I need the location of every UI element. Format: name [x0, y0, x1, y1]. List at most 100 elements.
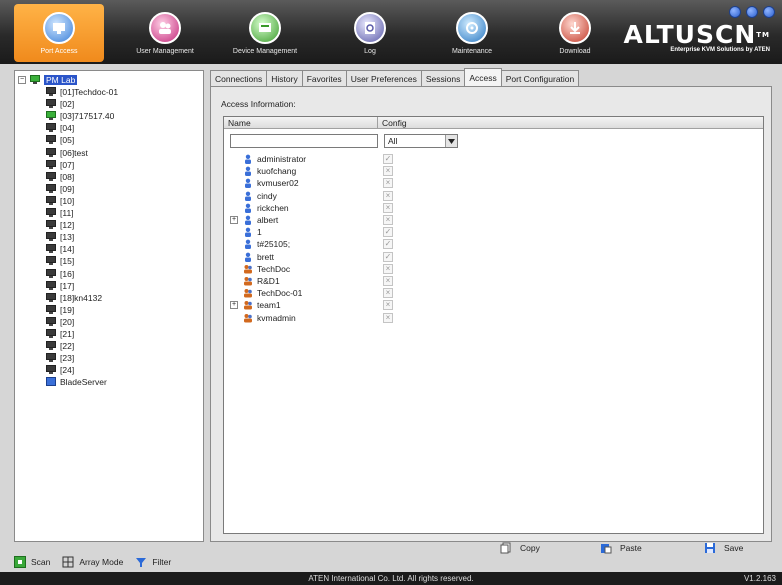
column-header-name[interactable]: Name [228, 118, 251, 128]
tab-connections[interactable]: Connections [210, 70, 268, 86]
scan-button[interactable]: Scan [14, 556, 50, 568]
access-row[interactable]: R&D1 × [224, 275, 763, 287]
config-x-icon[interactable]: × [383, 215, 393, 225]
monitor-icon [45, 292, 57, 303]
config-check-icon[interactable]: ✓ [383, 227, 393, 238]
close-window-icon[interactable] [729, 6, 741, 18]
top-nav-bar: Port Access User Management Device Manag… [0, 0, 782, 64]
tree-port-item[interactable]: [10] [45, 195, 74, 207]
config-check-icon[interactable]: ✓ [383, 154, 393, 164]
tab-access[interactable]: Access [464, 68, 502, 86]
altusen-logo: ALTUSCNTM Enterprise KVM Solutions by AT… [623, 20, 770, 54]
nav-download[interactable]: Download [530, 4, 620, 62]
tree-port-label: [21] [60, 329, 75, 339]
filter-button[interactable]: Filter [135, 556, 171, 568]
nav-user-management[interactable]: User Management [120, 4, 210, 62]
tree-port-item[interactable]: [17] [45, 280, 74, 292]
paste-button[interactable]: Paste [600, 542, 642, 554]
tree-port-item[interactable]: [04] [45, 122, 74, 134]
tab-favorites[interactable]: Favorites [301, 70, 347, 86]
access-row[interactable]: rickchen × [224, 202, 763, 214]
config-x-icon[interactable]: × [383, 300, 393, 311]
tree-port-item[interactable]: [14] [45, 243, 74, 255]
access-row[interactable]: TechDoc-01 × [224, 287, 763, 299]
device-management-icon [249, 12, 281, 44]
config-x-icon[interactable]: × [383, 312, 393, 323]
access-row[interactable]: kvmuser02 × [224, 177, 763, 189]
expand-icon[interactable]: + [230, 301, 238, 310]
config-x-icon[interactable]: × [383, 263, 393, 274]
access-row[interactable]: + albert × [224, 214, 763, 226]
expand-icon[interactable]: + [230, 216, 238, 224]
save-button[interactable]: Save [704, 542, 743, 554]
tree-port-item[interactable]: [12] [45, 219, 74, 231]
group-icon [243, 300, 253, 310]
tree-port-item[interactable]: [20] [45, 316, 74, 328]
config-filter-select[interactable]: All [384, 134, 458, 148]
logout-icon[interactable] [763, 6, 775, 18]
nav-device-management[interactable]: Device Management [220, 4, 310, 62]
kvm-switch-icon [29, 75, 41, 85]
tree-port-item[interactable]: [08] [45, 171, 74, 183]
tab-user-preferences[interactable]: User Preferences [345, 70, 422, 86]
group-icon [243, 276, 253, 286]
column-divider[interactable] [377, 117, 378, 129]
tree-port-item[interactable]: [06]test [45, 147, 88, 159]
tree-port-label: [23] [60, 353, 75, 364]
monitor-icon [45, 123, 57, 133]
access-row[interactable]: brett ✓ [224, 251, 763, 263]
access-row[interactable]: TechDoc × [224, 263, 763, 275]
tree-port-item[interactable]: [16] [45, 268, 74, 280]
tab-port-configuration[interactable]: Port Configuration [500, 70, 580, 86]
tree-port-item[interactable]: [24] [45, 364, 74, 376]
access-row[interactable]: kvmadmin × [224, 312, 763, 324]
monitor-icon [45, 353, 57, 363]
access-row[interactable]: cindy × [224, 190, 763, 202]
access-row[interactable]: administrator ✓ [224, 153, 763, 165]
config-x-icon[interactable]: × [383, 178, 393, 189]
monitor-icon [45, 99, 57, 109]
tab-sessions[interactable]: Sessions [420, 70, 466, 86]
tree-port-item[interactable]: [05] [45, 134, 74, 146]
monitor-icon [45, 220, 57, 230]
array-mode-button[interactable]: Array Mode [62, 556, 123, 568]
column-header-config[interactable]: Config [382, 118, 407, 128]
access-row[interactable]: t#25105; ✓ [224, 238, 763, 250]
config-check-icon[interactable]: ✓ [383, 239, 393, 250]
access-row-name: brett [257, 251, 275, 262]
tree-port-item[interactable]: [07] [45, 159, 74, 171]
config-x-icon[interactable]: × [383, 202, 393, 213]
collapse-icon[interactable]: − [18, 76, 26, 84]
help-icon[interactable] [746, 6, 758, 18]
tree-port-item[interactable]: [13] [45, 231, 74, 243]
tree-port-item[interactable]: [21] [45, 328, 74, 340]
tree-port-item[interactable]: BladeServer [45, 376, 107, 388]
config-x-icon[interactable]: × [383, 190, 393, 201]
tree-port-item[interactable]: [18]kn4132 [45, 292, 102, 304]
name-filter-input[interactable] [230, 134, 378, 148]
tree-root[interactable]: − PM Lab [18, 74, 78, 86]
copy-button[interactable]: Copy [500, 542, 540, 554]
tree-port-item[interactable]: [22] [45, 340, 74, 352]
tree-port-item[interactable]: [02] [45, 98, 74, 110]
tab-history[interactable]: History [266, 70, 303, 86]
tree-port-item[interactable]: [09] [45, 183, 74, 195]
tree-port-item[interactable]: [23] [45, 352, 74, 364]
nav-log[interactable]: Log [325, 4, 415, 62]
tree-port-item[interactable]: [11] [45, 207, 74, 219]
config-check-icon[interactable]: ✓ [383, 251, 393, 262]
access-row[interactable]: 1 ✓ [224, 226, 763, 238]
access-row[interactable]: + team1 × [224, 299, 763, 311]
tree-port-item[interactable]: [01]Techdoc-01 [45, 86, 118, 98]
tree-port-item[interactable]: [15] [45, 255, 74, 267]
tree-port-item[interactable]: [19] [45, 304, 74, 316]
config-x-icon[interactable]: × [383, 166, 393, 177]
blade-server-icon [45, 377, 57, 387]
nav-maintenance[interactable]: Maintenance [427, 4, 517, 62]
scan-icon [14, 556, 26, 568]
nav-port-access[interactable]: Port Access [14, 4, 104, 62]
config-x-icon[interactable]: × [383, 276, 393, 286]
config-x-icon[interactable]: × [383, 288, 393, 299]
tree-port-item[interactable]: [03]717517.40 [45, 110, 114, 122]
access-row[interactable]: kuofchang × [224, 165, 763, 177]
